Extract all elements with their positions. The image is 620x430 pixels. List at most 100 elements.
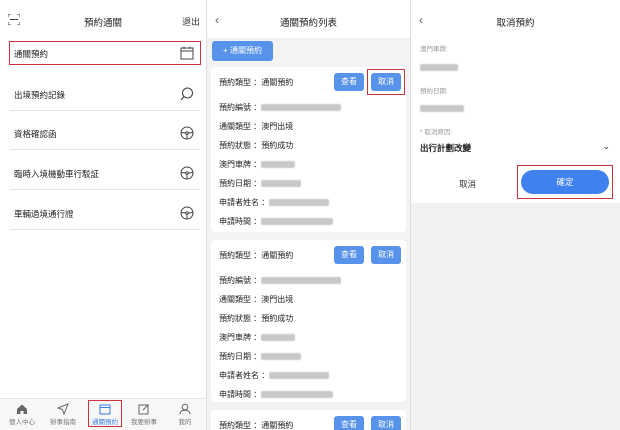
- plate-label: 澳門車牌:: [420, 46, 448, 53]
- row-value: 預約成功: [261, 141, 294, 150]
- row-label: 澳門車牌 ：: [219, 333, 262, 342]
- view-button[interactable]: 查看: [334, 416, 364, 430]
- chevron-down-icon[interactable]: ⌄: [602, 141, 610, 152]
- reason-label: * 取消原因:: [420, 129, 453, 136]
- add-booking-button[interactable]: + 通關預約: [212, 41, 273, 61]
- redacted-value: [261, 104, 342, 112]
- user-icon: [179, 403, 191, 415]
- nav-tab-label: 我的: [178, 419, 192, 426]
- row-value: 通關預約: [261, 78, 294, 87]
- menu-item-temporary-vehicle-permit[interactable]: 臨時入境機動車行駁証: [10, 162, 200, 184]
- redacted-value: [261, 180, 302, 188]
- nav-tab-service-guide[interactable]: 辦事指南: [43, 401, 83, 429]
- row-label: 預約日期 ：: [219, 179, 262, 188]
- macau-plate-row: 澳門車牌 ：: [219, 159, 296, 170]
- header: 預約通關 退出: [0, 0, 206, 38]
- nav-tab-mine[interactable]: 我的: [165, 401, 205, 429]
- header: ‹ 通關預約列表: [207, 0, 410, 38]
- calendar-icon: [180, 46, 194, 60]
- plate-value: [420, 59, 458, 77]
- redacted-value: [261, 334, 296, 342]
- macau-plate-row: 澳門車牌 ：: [219, 332, 296, 343]
- steering-wheel-icon: [180, 166, 194, 180]
- row-value: 澳門出境: [261, 295, 294, 304]
- page-title: 通關預約列表: [279, 18, 337, 29]
- menu-item-eligibility-letter[interactable]: 資格確認函: [10, 122, 200, 144]
- menu-item-label: 資格確認函: [14, 129, 57, 139]
- booking-date-row: 預約日期 ：: [219, 351, 302, 362]
- booking-type-row: 預約類型 ：通關預約: [219, 250, 293, 261]
- divider: [10, 149, 200, 150]
- nav-tab-personal-center[interactable]: 個人中心: [2, 401, 42, 429]
- redacted-value: [261, 277, 342, 285]
- send-icon: [57, 403, 69, 415]
- redacted-value: [261, 218, 334, 226]
- nav-tab-label: 辦事指南: [50, 419, 76, 426]
- row-label: 預約日期 ：: [219, 352, 262, 361]
- divider: [10, 229, 200, 230]
- row-label: 預約類型 ：: [219, 251, 262, 260]
- menu-item-vehicle-transit-permit[interactable]: 車輛過境通行證: [10, 202, 200, 224]
- booking-date-row: 預約日期 ：: [219, 178, 302, 189]
- redacted-value: [269, 372, 330, 380]
- divider: [10, 110, 200, 111]
- booking-number-row: 預約編號 ：: [219, 102, 342, 113]
- row-label: 申請者姓名 ：: [219, 371, 270, 380]
- search-icon: [180, 87, 194, 101]
- row-value: 澳門出境: [261, 122, 294, 131]
- booking-status-row: 預約狀態 ：預約成功: [219, 140, 293, 151]
- row-label: 預約狀態 ：: [219, 314, 262, 323]
- home-icon: [17, 404, 27, 414]
- menu-item-label: 出境預約記錄: [14, 90, 66, 100]
- booking-type-row: 預約類型 ：通關預約: [219, 420, 293, 430]
- row-value: 通關預約: [261, 251, 294, 260]
- booking-status-row: 預約狀態 ：預約成功: [219, 313, 293, 324]
- cancel-booking-screen: ‹ 取消預約 澳門車牌: 預約日期: * 取消原因: 出行計劃改變 ⌄ 取消 確…: [411, 0, 620, 430]
- row-label: 預約編號 ：: [219, 276, 262, 285]
- menu-item-clearance-booking[interactable]: 通關預約: [9, 41, 201, 65]
- logout-button[interactable]: 退出: [182, 15, 200, 28]
- application-time-row: 申請時間 ：: [219, 389, 334, 400]
- menu-item-label: 車輛過境通行證: [14, 209, 74, 219]
- cancel-button[interactable]: 取消: [371, 416, 401, 430]
- redacted-value: [420, 105, 464, 113]
- divider: [10, 189, 200, 190]
- edit-icon: [138, 404, 149, 415]
- nav-tab-my-services[interactable]: 我要辦事: [124, 401, 164, 429]
- cancel-button[interactable]: 取消: [459, 178, 476, 190]
- header: ‹ 取消預約: [411, 0, 620, 38]
- page-title: 預約通關: [83, 18, 122, 29]
- view-button[interactable]: 查看: [334, 73, 364, 91]
- booking-card: 預約類型 ：通關預約 查看 取消 預約編號 ： 通關類型 ：澳門出境 預約狀態 …: [211, 67, 406, 232]
- redacted-value: [261, 353, 302, 361]
- nav-tab-label: 個人中心: [9, 419, 35, 426]
- date-label: 預約日期:: [420, 88, 448, 95]
- booking-list-screen: ‹ 通關預約列表 + 通關預約 預約類型 ：通關預約 查看 取消 預約編號 ： …: [207, 0, 410, 430]
- application-time-row: 申請時間 ：: [219, 216, 334, 227]
- view-button[interactable]: 查看: [334, 246, 364, 264]
- row-value: 預約成功: [261, 314, 294, 323]
- main-menu-screen: 預約通關 退出 通關預約 出境預約記錄 資格確認函 臨時入境機動車行駁証 車輛過…: [0, 0, 206, 430]
- row-label: 澳門車牌 ：: [219, 160, 262, 169]
- clearance-type-row: 通關類型 ：澳門出境: [219, 294, 293, 305]
- booking-card: 預約類型 ：通關預約 查看 取消: [211, 410, 406, 430]
- booking-type-row: 預約類型 ：通關預約: [219, 77, 293, 88]
- menu-item-label: 通關預約: [14, 49, 49, 59]
- menu-item-label: 臨時入境機動車行駁証: [14, 169, 100, 179]
- row-label: 通關類型 ：: [219, 122, 262, 131]
- date-value: [420, 100, 464, 118]
- menu-item-exit-records[interactable]: 出境預約記錄: [10, 83, 200, 105]
- row-label: 通關類型 ：: [219, 295, 262, 304]
- reason-select[interactable]: 出行計劃改變: [420, 142, 471, 154]
- booking-number-row: 預約編號 ：: [219, 275, 342, 286]
- redacted-value: [269, 199, 330, 207]
- row-label: 預約類型 ：: [219, 78, 262, 87]
- highlight-box: [88, 400, 122, 427]
- cancel-button[interactable]: 取消: [371, 246, 401, 264]
- backdrop-area: [411, 203, 620, 430]
- clearance-type-row: 通關類型 ：澳門出境: [219, 121, 293, 132]
- row-label: 預約狀態 ：: [219, 141, 262, 150]
- booking-card: 預約類型 ：通關預約 查看 取消 預約編號 ： 通關類型 ：澳門出境 預約狀態 …: [211, 240, 406, 402]
- applicant-name-row: 申請者姓名 ：: [219, 370, 330, 381]
- redacted-value: [261, 391, 334, 399]
